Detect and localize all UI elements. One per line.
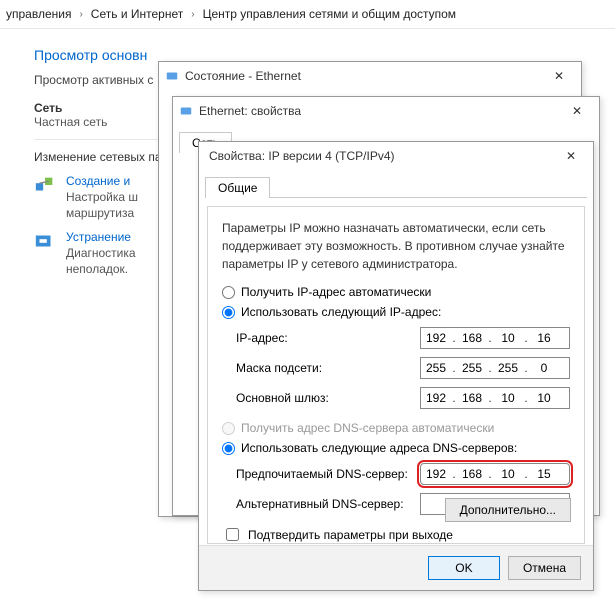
link-description: Диагностика — [66, 246, 136, 260]
dialog-title: Ethernet: свойства — [199, 104, 555, 118]
link-label[interactable]: Устранение — [66, 230, 131, 244]
ok-button[interactable]: OK — [428, 556, 500, 580]
advanced-button[interactable]: Дополнительно... — [445, 498, 571, 522]
close-icon[interactable]: ✕ — [555, 149, 587, 163]
tab-general[interactable]: Общие — [205, 177, 270, 198]
cancel-button[interactable]: Отмена — [508, 556, 581, 580]
input-gateway[interactable]: 192. 168. 10. 10 — [420, 387, 570, 409]
radio-obtain-ip-auto[interactable]: Получить IP-адрес автоматически — [222, 285, 570, 299]
network-setup-icon — [34, 174, 56, 196]
breadcrumb-item[interactable]: Сеть и Интернет — [91, 7, 183, 21]
breadcrumb-item[interactable]: управления — [6, 7, 71, 21]
radio-input[interactable] — [222, 442, 235, 455]
label-subnet-mask: Маска подсети: — [236, 361, 420, 375]
breadcrumb-item[interactable]: Центр управления сетями и общим доступом — [203, 7, 457, 21]
checkbox-validate-on-exit[interactable]: Подтвердить параметры при выходе — [222, 525, 570, 544]
radio-input[interactable] — [222, 286, 235, 299]
titlebar[interactable]: Свойства: IP версии 4 (TCP/IPv4) ✕ — [199, 142, 593, 170]
dialog-ipv4-properties: Свойства: IP версии 4 (TCP/IPv4) ✕ Общие… — [198, 141, 594, 591]
link-label[interactable]: Создание и — [66, 174, 130, 188]
chevron-right-icon: › — [79, 9, 82, 20]
close-icon[interactable]: ✕ — [543, 69, 575, 83]
ipv4-fieldset: Параметры IP можно назначать автоматичес… — [207, 206, 585, 544]
radio-label: Получить IP-адрес автоматически — [241, 285, 431, 299]
breadcrumb: управления › Сеть и Интернет › Центр упр… — [0, 0, 615, 28]
radio-use-ip[interactable]: Использовать следующий IP-адрес: — [222, 305, 570, 319]
dialog-title: Свойства: IP версии 4 (TCP/IPv4) — [205, 149, 549, 163]
radio-label: Использовать следующие адреса DNS-сервер… — [241, 441, 517, 455]
radio-obtain-dns-auto: Получить адрес DNS-сервера автоматически — [222, 421, 570, 435]
label-alternate-dns: Альтернативный DNS-сервер: — [236, 497, 420, 511]
troubleshoot-icon — [34, 230, 56, 252]
dialog-title: Состояние - Ethernet — [185, 69, 537, 83]
ethernet-icon — [179, 104, 193, 118]
radio-input — [222, 422, 235, 435]
checkbox-input[interactable] — [226, 528, 239, 541]
link-description: неполадок. — [66, 262, 136, 276]
link-description: маршрутиза — [66, 206, 138, 220]
link-description: Настройка ш — [66, 190, 138, 204]
input-preferred-dns[interactable]: 192. 168. 10. 15 — [420, 463, 570, 485]
chevron-right-icon: › — [191, 9, 194, 20]
label-preferred-dns: Предпочитаемый DNS-сервер: — [236, 467, 420, 481]
checkbox-label: Подтвердить параметры при выходе — [248, 528, 453, 542]
ethernet-icon — [165, 69, 179, 83]
input-ip-address[interactable]: 192. 168. 10. 16 — [420, 327, 570, 349]
radio-input[interactable] — [222, 306, 235, 319]
radio-label: Получить адрес DNS-сервера автоматически — [241, 421, 494, 435]
label-ip-address: IP-адрес: — [236, 331, 420, 345]
titlebar[interactable]: Состояние - Ethernet ✕ — [159, 62, 581, 90]
ipv4-note: Параметры IP можно назначать автоматичес… — [222, 219, 570, 273]
radio-use-dns[interactable]: Использовать следующие адреса DNS-сервер… — [222, 441, 570, 455]
input-subnet-mask[interactable]: 255. 255. 255. 0 — [420, 357, 570, 379]
radio-label: Использовать следующий IP-адрес: — [241, 305, 441, 319]
close-icon[interactable]: ✕ — [561, 104, 593, 118]
dialog-button-row: OK Отмена — [199, 545, 593, 590]
label-gateway: Основной шлюз: — [236, 391, 420, 405]
titlebar[interactable]: Ethernet: свойства ✕ — [173, 97, 599, 125]
